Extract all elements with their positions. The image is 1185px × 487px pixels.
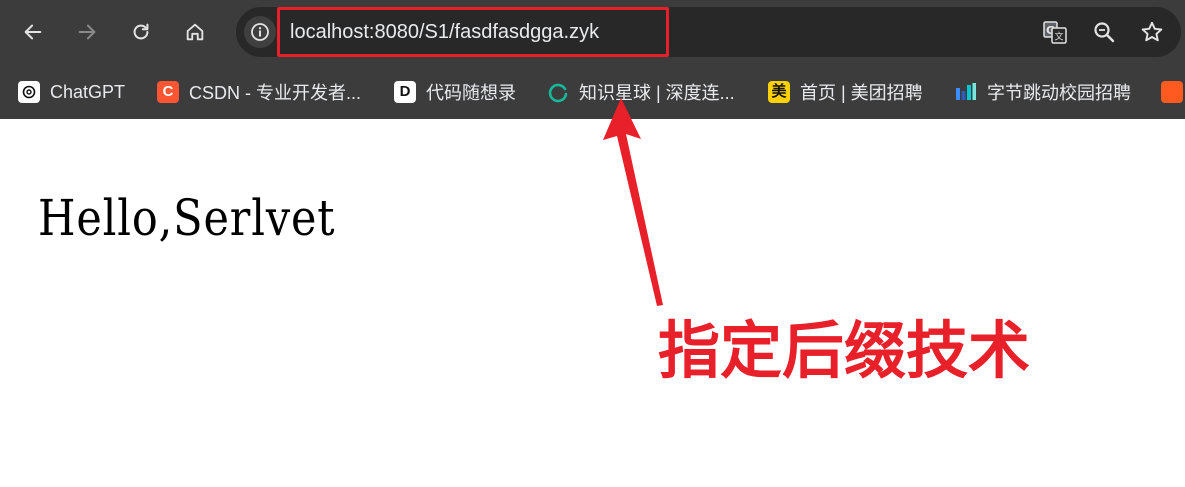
- bookmark-meituan[interactable]: 美 首页 | 美团招聘: [768, 76, 923, 108]
- magnifier-icon: [1094, 22, 1115, 43]
- meituan-icon: 美: [768, 81, 790, 103]
- bookmark-chatgpt[interactable]: ChatGPT: [18, 76, 125, 108]
- translate-button[interactable]: G 文: [1042, 19, 1068, 45]
- back-button[interactable]: [15, 14, 51, 50]
- bookmark-star-button[interactable]: [1139, 19, 1165, 45]
- bookmark-label: 首页 | 美团招聘: [800, 83, 923, 103]
- bookmark-label: CSDN - 专业开发者...: [189, 83, 362, 103]
- bookmark-partial[interactable]: [1161, 76, 1185, 108]
- bookmarks-bar: ChatGPT C CSDN - 专业开发者... D 代码随想录 知识星球 |…: [0, 66, 1185, 119]
- translate-icon: G 文: [1043, 21, 1067, 44]
- svg-text:文: 文: [1054, 31, 1063, 43]
- forward-button[interactable]: [69, 14, 105, 50]
- home-icon: [186, 23, 204, 41]
- bookmark-label: 字节跳动校园招聘: [987, 83, 1131, 103]
- zoom-button[interactable]: [1091, 19, 1117, 45]
- bytedance-icon: [955, 81, 977, 103]
- arrow-right-icon: [78, 24, 96, 40]
- site-info-button[interactable]: [244, 16, 276, 48]
- home-button[interactable]: [177, 14, 213, 50]
- bookmark-zsxq[interactable]: 知识星球 | 深度连...: [547, 76, 735, 108]
- reload-button[interactable]: [123, 14, 159, 50]
- bookmark-daimasuixianglu[interactable]: D 代码随想录: [394, 76, 516, 108]
- bookmark-bytedance[interactable]: 字节跳动校园招聘: [955, 76, 1131, 108]
- info-icon: [251, 23, 269, 41]
- bookmark-label: 代码随想录: [426, 83, 516, 103]
- reload-icon: [133, 23, 149, 40]
- csdn-icon: C: [157, 81, 179, 103]
- page-heading: Hello,Serlvet: [38, 189, 336, 247]
- browser-toolbar: localhost:8080/S1/fasdfasdgga.zyk G 文: [0, 0, 1185, 66]
- star-icon: [1141, 21, 1163, 42]
- chatgpt-icon: [18, 81, 40, 103]
- bookmark-label: 知识星球 | 深度连...: [579, 83, 735, 103]
- bookmark-label: ChatGPT: [50, 81, 126, 102]
- daimasuixianglu-icon: D: [394, 81, 416, 103]
- url-highlight-box: [277, 7, 669, 57]
- arrow-left-icon: [24, 24, 42, 40]
- bookmark-csdn[interactable]: C CSDN - 专业开发者...: [157, 76, 361, 108]
- annotation-text: 指定后缀技术: [658, 314, 1031, 387]
- orange-app-icon: [1161, 81, 1183, 103]
- zsxq-icon: [547, 81, 569, 103]
